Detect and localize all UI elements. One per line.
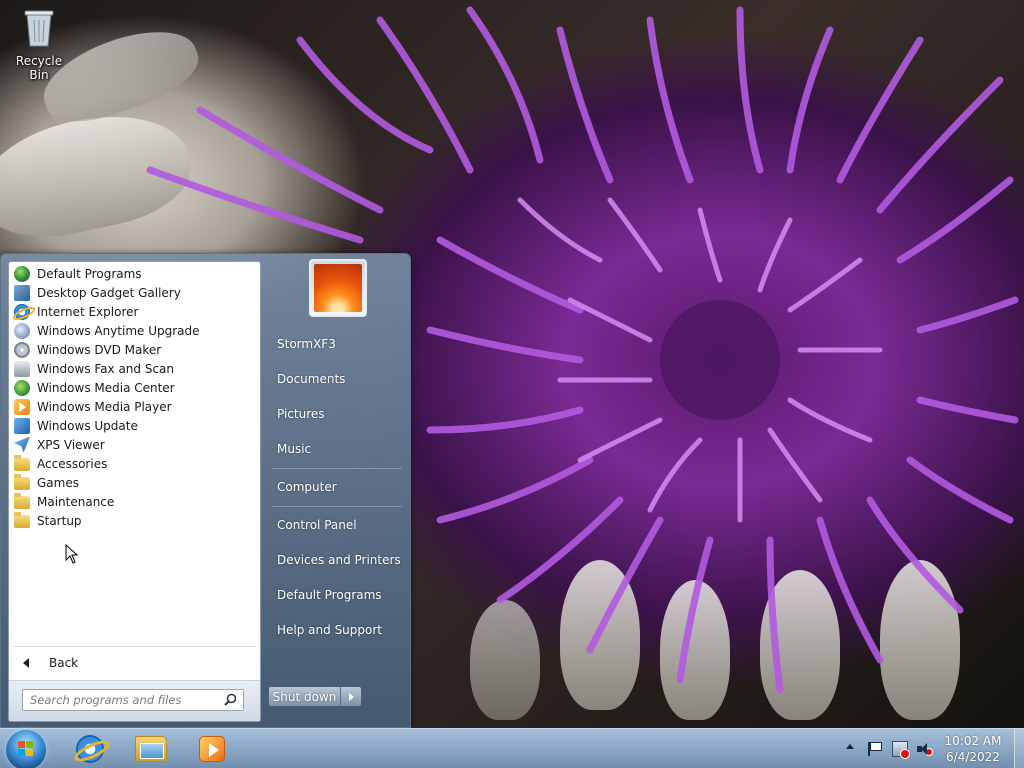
mouse-cursor-icon — [65, 544, 79, 564]
action-center-flag-icon[interactable] — [866, 741, 882, 757]
place-user-folder[interactable]: StormXF3 — [277, 333, 407, 355]
taskbar-media-player[interactable] — [184, 732, 240, 766]
taskbar-windows-explorer[interactable] — [123, 732, 179, 766]
internet-explorer-icon — [76, 735, 104, 763]
folder-maintenance[interactable]: Maintenance — [12, 492, 257, 511]
dvd-maker-icon — [14, 341, 30, 358]
windows-logo-icon — [18, 741, 34, 757]
program-internet-explorer[interactable]: Internet Explorer — [12, 302, 257, 321]
place-music[interactable]: Music — [277, 438, 407, 460]
search-input[interactable] — [22, 689, 244, 711]
volume-muted-icon[interactable] — [916, 741, 933, 757]
divider — [272, 506, 402, 507]
default-programs-icon — [14, 265, 30, 282]
back-button[interactable]: Back — [15, 652, 255, 674]
back-arrow-icon — [23, 658, 29, 668]
program-windows-media-center[interactable]: Windows Media Center — [12, 378, 257, 397]
start-menu-places-pane: StormXF3 Documents Pictures Music Comput… — [264, 254, 410, 727]
start-menu-programs-pane: Default Programs Desktop Gadget Gallery … — [8, 261, 261, 722]
network-icon[interactable] — [892, 741, 910, 759]
place-default-programs[interactable]: Default Programs — [277, 584, 407, 606]
place-devices-and-printers[interactable]: Devices and Printers — [277, 549, 407, 571]
windows-update-icon — [14, 417, 30, 434]
divider — [13, 646, 256, 647]
shutdown-button[interactable]: Shut down — [269, 687, 341, 706]
folder-games[interactable]: Games — [12, 473, 257, 492]
clock-time: 10:02 AM — [944, 734, 1002, 748]
system-tray: 10:02 AM 6/4/2022 — [842, 729, 1024, 768]
program-windows-dvd-maker[interactable]: Windows DVD Maker — [12, 340, 257, 359]
anytime-upgrade-icon — [14, 322, 30, 339]
all-programs-list: Default Programs Desktop Gadget Gallery … — [12, 264, 257, 530]
media-player-icon — [14, 398, 30, 415]
place-control-panel[interactable]: Control Panel — [277, 514, 407, 536]
chevron-right-icon — [348, 692, 354, 701]
recycle-bin-icon — [24, 8, 54, 48]
clock[interactable]: 10:02 AM 6/4/2022 — [938, 733, 1008, 765]
program-windows-media-player[interactable]: Windows Media Player — [12, 397, 257, 416]
internet-explorer-icon — [14, 303, 30, 320]
clock-date: 6/4/2022 — [946, 750, 1000, 764]
folder-icon — [14, 512, 30, 528]
program-xps-viewer[interactable]: XPS Viewer — [12, 435, 257, 454]
shutdown-options-button[interactable] — [341, 687, 361, 706]
program-windows-anytime-upgrade[interactable]: Windows Anytime Upgrade — [12, 321, 257, 340]
start-menu: Default Programs Desktop Gadget Gallery … — [0, 253, 411, 728]
folder-icon — [14, 493, 30, 509]
search-icon[interactable] — [224, 693, 237, 706]
shutdown-group: Shut down — [268, 686, 362, 707]
media-player-icon — [199, 736, 225, 762]
folder-icon — [14, 455, 30, 471]
desktop-icon-label: Recycle Bin — [15, 54, 63, 82]
program-windows-fax-and-scan[interactable]: Windows Fax and Scan — [12, 359, 257, 378]
program-default-programs[interactable]: Default Programs — [12, 264, 257, 283]
place-pictures[interactable]: Pictures — [277, 403, 407, 425]
divider — [272, 468, 402, 469]
start-button[interactable] — [6, 730, 46, 768]
folder-accessories[interactable]: Accessories — [12, 454, 257, 473]
show-hidden-icons-icon[interactable] — [846, 744, 854, 749]
folder-startup[interactable]: Startup — [12, 511, 257, 530]
folder-icon — [14, 474, 30, 490]
xps-viewer-icon — [14, 436, 30, 453]
place-help-and-support[interactable]: Help and Support — [277, 619, 407, 641]
taskbar: 10:02 AM 6/4/2022 — [0, 728, 1024, 768]
windows-explorer-icon — [135, 736, 167, 762]
place-computer[interactable]: Computer — [277, 476, 407, 498]
gadget-gallery-icon — [14, 284, 30, 301]
search-area — [9, 680, 260, 721]
taskbar-internet-explorer[interactable] — [62, 732, 118, 766]
desktop-icon-recycle-bin[interactable]: Recycle Bin — [6, 6, 72, 82]
user-avatar[interactable] — [309, 259, 367, 317]
place-documents[interactable]: Documents — [277, 368, 407, 390]
show-desktop-button[interactable] — [1014, 729, 1024, 768]
fax-scan-icon — [14, 360, 30, 377]
program-desktop-gadget-gallery[interactable]: Desktop Gadget Gallery — [12, 283, 257, 302]
media-center-icon — [14, 379, 30, 396]
program-windows-update[interactable]: Windows Update — [12, 416, 257, 435]
mute-badge — [925, 748, 933, 756]
avatar-flower-image — [314, 264, 362, 312]
